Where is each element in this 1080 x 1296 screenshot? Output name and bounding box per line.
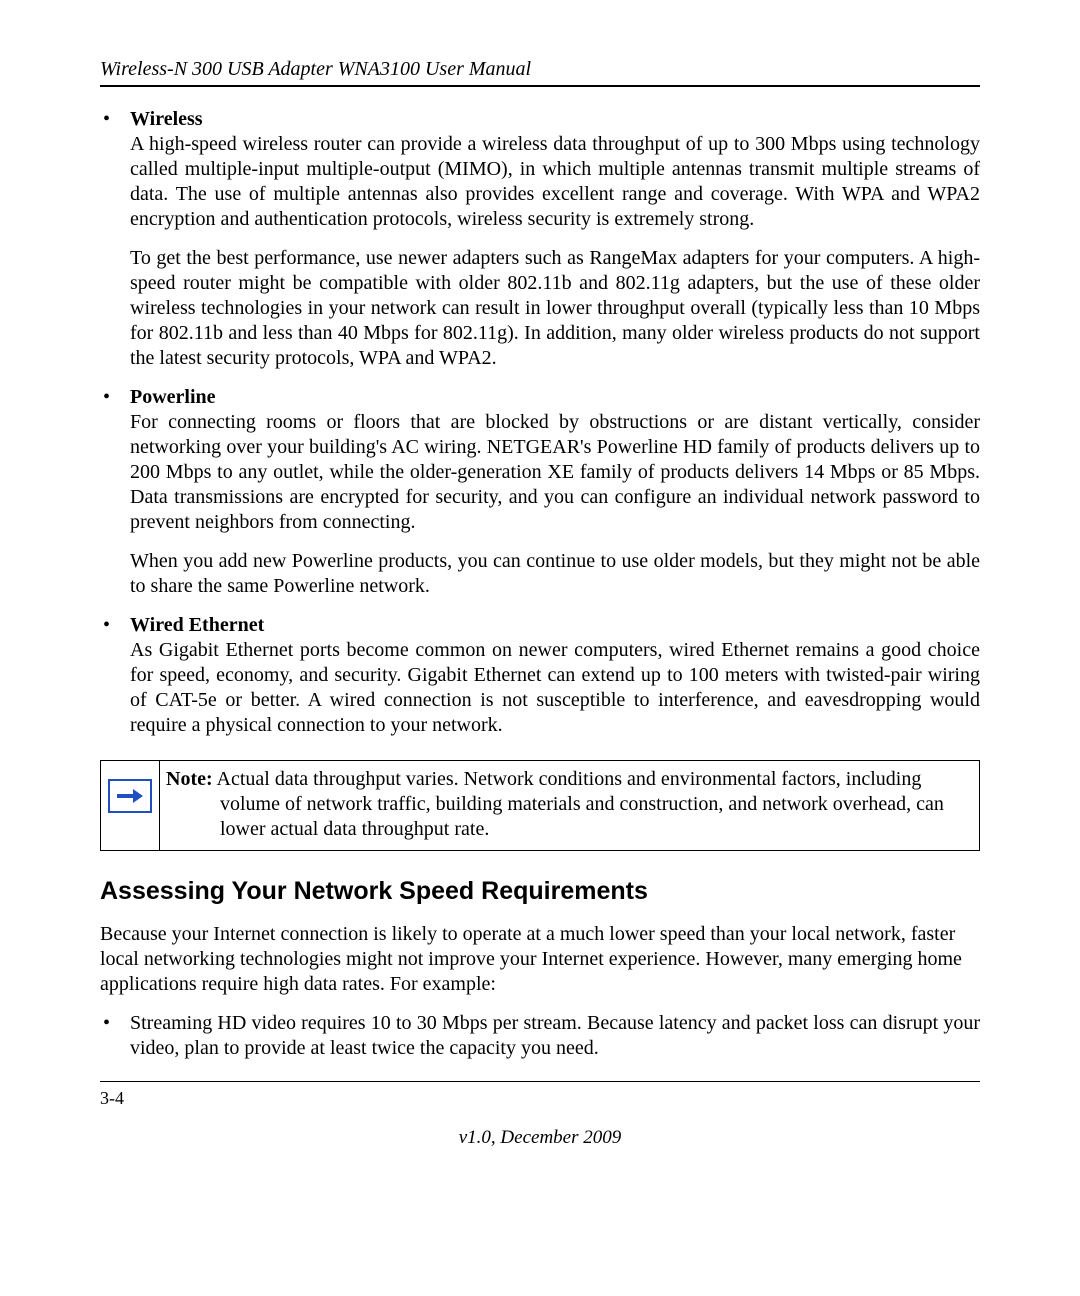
page-number: 3-4 [100,1088,980,1109]
running-header: Wireless-N 300 USB Adapter WNA3100 User … [100,58,980,81]
bullet-heading: Wireless [130,108,203,130]
topic-bullet-list: Wireless A high-speed wireless router ca… [100,107,980,738]
note-body: Actual data throughput varies. Network c… [213,768,944,840]
bullet-heading: Wired Ethernet [130,614,264,636]
header-rule [100,85,980,87]
example-bullet: Streaming HD video requires 10 to 30 Mbp… [100,1011,980,1061]
body-paragraph: A high-speed wireless router can provide… [130,132,980,232]
body-paragraph: As Gigabit Ethernet ports become common … [130,638,980,738]
bullet-wireless: Wireless A high-speed wireless router ca… [100,107,980,371]
note-icon-cell [101,761,160,850]
bullet-powerline: Powerline For connecting rooms or floors… [100,385,980,599]
section-intro: Because your Internet connection is like… [100,922,980,997]
section-heading: Assessing Your Network Speed Requirement… [100,877,980,906]
note-label: Note: [166,768,213,790]
note-callout: Note: Actual data throughput varies. Net… [100,760,980,851]
footer-version: v1.0, December 2009 [100,1127,980,1149]
body-paragraph: For connecting rooms or floors that are … [130,410,980,535]
arrow-right-icon [108,779,152,813]
body-paragraph: To get the best performance, use newer a… [130,246,980,371]
body-paragraph: When you add new Powerline products, you… [130,549,980,599]
footer-rule [100,1081,980,1082]
bullet-heading: Powerline [130,386,216,408]
note-text: Note: Actual data throughput varies. Net… [160,761,979,850]
bullet-wired-ethernet: Wired Ethernet As Gigabit Ethernet ports… [100,613,980,738]
document-page: Wireless-N 300 USB Adapter WNA3100 User … [0,0,1080,1189]
